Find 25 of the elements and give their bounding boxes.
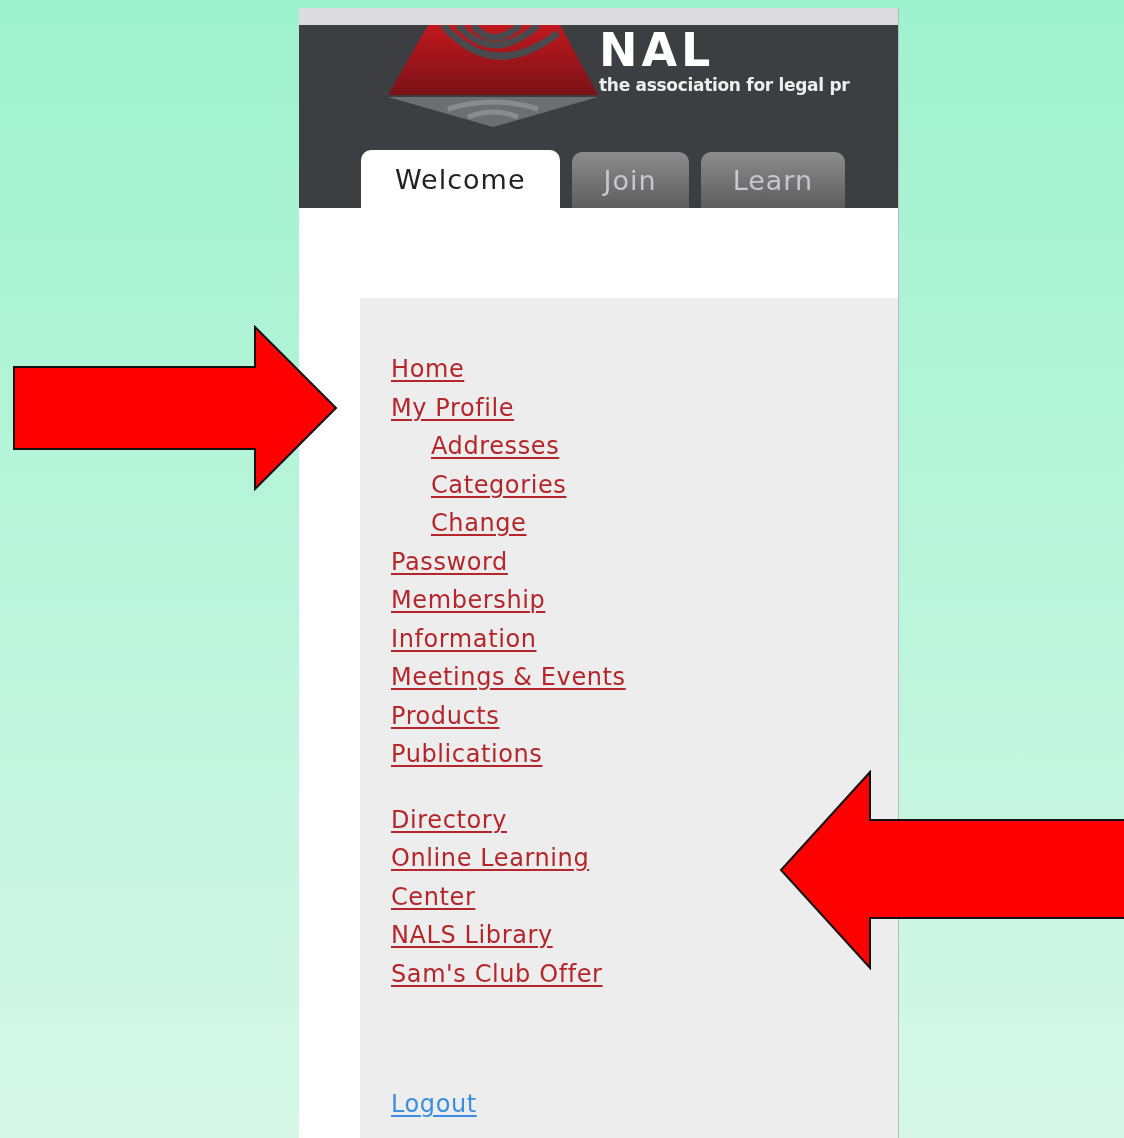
tab[interactable]: Join [571,152,689,208]
menu-link[interactable]: Addresses [431,427,560,466]
right-arrow-icon [13,325,339,491]
logo-icon [388,25,600,127]
menu-link[interactable]: Change [431,504,527,543]
menu-link[interactable]: Categories [431,465,567,504]
menu-link[interactable]: Logout [391,1085,477,1124]
menu-link[interactable]: Membership [391,581,546,620]
menu-link[interactable]: Directory [391,800,507,839]
menu-link[interactable]: Publications [391,735,543,774]
menu-link[interactable]: Center [391,877,476,916]
menu-link[interactable]: Information [391,619,537,658]
menu-link[interactable]: My Profile [391,388,515,427]
menu-link[interactable]: Password [391,542,508,581]
tab[interactable]: Learn [700,152,846,208]
menu-link[interactable]: Online Learning [391,839,590,878]
menu-link[interactable]: Products [391,696,500,735]
logo-text: NAL [599,25,715,75]
left-arrow-icon [779,770,1124,972]
menu-link[interactable]: NALS Library [391,916,553,955]
menu-link[interactable]: Meetings & Events [391,658,626,697]
tab[interactable]: Welcome [361,150,560,208]
menu-link[interactable]: Sam's Club Offer [391,954,603,993]
tagline: the association for legal pr [599,75,850,95]
menu-link[interactable]: Home [391,350,465,389]
